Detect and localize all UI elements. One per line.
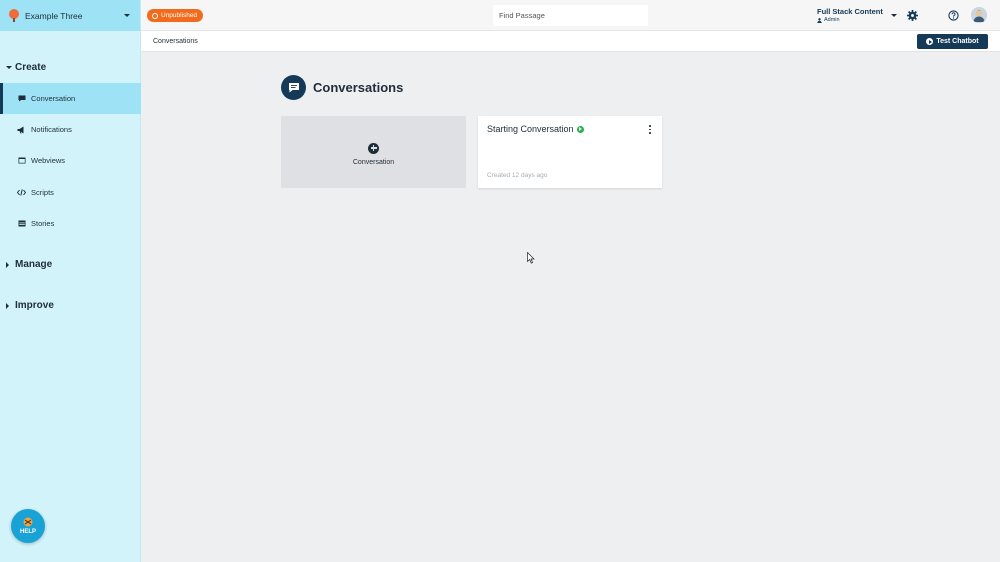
section-create[interactable]: Create — [0, 62, 52, 73]
create-nav: Conversation Notifications Webviews Scri… — [0, 83, 141, 239]
sidebar-item-webviews[interactable]: Webviews — [0, 145, 141, 176]
sidebar-item-conversation[interactable]: Conversation — [0, 83, 141, 115]
caret-right-icon — [6, 261, 15, 268]
chat-icon — [281, 75, 306, 100]
sidebar: Example Three Create Conversation Notifi… — [0, 0, 141, 562]
person-icon — [817, 17, 822, 23]
account-switcher[interactable]: Full Stack Content Admin — [817, 7, 883, 23]
sidebar-item-label: Webviews — [31, 156, 66, 166]
topbar: Unpublished Full Stack Content Admin — [141, 0, 1000, 31]
chevron-down-icon[interactable] — [891, 14, 897, 17]
section-create-label: Create — [15, 62, 47, 73]
sidebar-item-label: Stories — [31, 218, 55, 228]
project-switcher[interactable]: Example Three — [0, 0, 140, 31]
conversation-card[interactable]: Starting Conversation Created 12 days ag… — [478, 116, 662, 188]
account-role: Admin — [817, 17, 883, 23]
kebab-menu-icon[interactable] — [647, 125, 653, 134]
gear-icon[interactable] — [907, 10, 918, 21]
status-icon — [152, 12, 158, 19]
status-badge-label: Unpublished — [161, 12, 198, 19]
sidebar-item-notifications[interactable]: Notifications — [0, 114, 141, 145]
account-role-label: Admin — [824, 17, 840, 23]
sidebar-item-label: Conversation — [31, 94, 76, 104]
page-header: Conversations — [281, 75, 403, 100]
section-improve-label: Improve — [15, 300, 54, 311]
window-icon — [17, 157, 26, 165]
subheader: Conversations Test Chatbot — [141, 31, 1000, 52]
help-button[interactable]: HELP — [11, 509, 45, 543]
search-input[interactable] — [493, 5, 648, 26]
add-conversation-label: Conversation — [352, 158, 395, 166]
conversation-title-text: Starting Conversation — [487, 124, 574, 134]
caret-right-icon — [6, 302, 15, 309]
avatar[interactable] — [971, 7, 987, 23]
chat-icon — [17, 95, 26, 103]
live-play-icon — [576, 125, 584, 133]
conversation-created: Created 12 days ago — [487, 172, 548, 179]
section-improve[interactable]: Improve — [0, 300, 60, 311]
sidebar-item-stories[interactable]: Stories — [0, 208, 141, 239]
account-org: Full Stack Content — [817, 7, 883, 16]
sidebar-item-label: Scripts — [31, 187, 54, 197]
mouse-cursor-icon — [527, 252, 535, 264]
sidebar-item-label: Notifications — [31, 125, 72, 135]
section-manage-label: Manage — [15, 259, 53, 270]
caret-down-icon — [6, 66, 15, 69]
conversation-title: Starting Conversation — [487, 124, 584, 134]
test-chatbot-button[interactable]: Test Chatbot — [917, 34, 988, 49]
sidebar-item-scripts[interactable]: Scripts — [0, 177, 141, 208]
megaphone-icon — [17, 126, 26, 134]
test-chatbot-label: Test Chatbot — [936, 38, 979, 45]
project-name: Example Three — [25, 10, 83, 21]
balloon-help-icon — [23, 517, 33, 527]
plus-circle-icon — [368, 142, 379, 154]
balloon-logo-icon — [9, 9, 19, 22]
breadcrumb[interactable]: Conversations — [153, 38, 198, 45]
help-label: HELP — [19, 529, 36, 535]
chevron-down-icon — [124, 14, 130, 17]
page-title: Conversations — [313, 80, 404, 95]
code-icon — [17, 188, 26, 196]
play-icon — [926, 38, 934, 45]
status-badge[interactable]: Unpublished — [147, 9, 204, 22]
section-manage[interactable]: Manage — [0, 259, 58, 270]
add-conversation-card[interactable]: Conversation — [281, 116, 466, 188]
help-question-icon[interactable] — [948, 10, 959, 21]
card-icon — [17, 219, 26, 227]
